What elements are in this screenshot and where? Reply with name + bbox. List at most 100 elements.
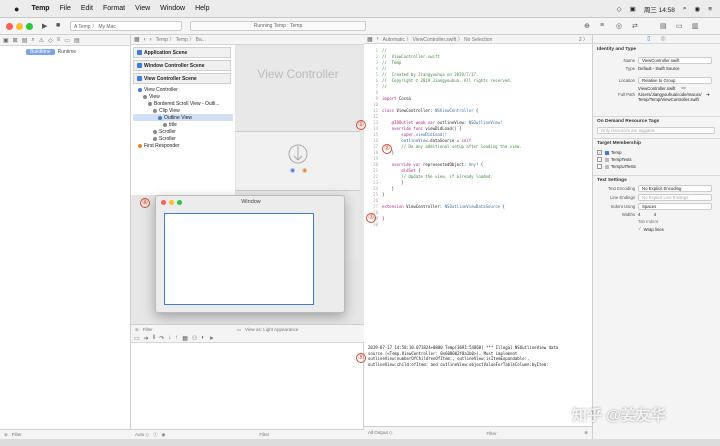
wrap-lines-checkbox[interactable]: ✓: [638, 226, 642, 232]
toggle-inspector-icon[interactable]: ▥: [692, 22, 699, 30]
preview-zoom-icon[interactable]: [177, 199, 182, 205]
run-button[interactable]: ▶: [42, 22, 47, 30]
outline-item[interactable]: View: [133, 93, 233, 100]
target-checkbox[interactable]: ✓: [597, 150, 602, 155]
clear-console-icon[interactable]: ⊗: [584, 430, 588, 436]
library-icon[interactable]: ⊕: [584, 22, 590, 30]
breakpoints-toggle-icon[interactable]: ➔: [144, 335, 149, 342]
forward-icon[interactable]: ›: [150, 37, 152, 43]
type-popup[interactable]: Default - Swift Source: [638, 66, 680, 71]
info-icon[interactable]: ⓘ: [153, 432, 158, 438]
target-checkbox[interactable]: [597, 157, 602, 162]
editor-version-icon[interactable]: ⇄: [632, 22, 638, 30]
view-hierarchy-icon[interactable]: ▦: [182, 335, 188, 342]
navigator-filter-input[interactable]: Filter: [12, 432, 22, 437]
memory-graph-icon[interactable]: ⚇: [192, 335, 197, 342]
indent-using-popup[interactable]: Spaces: [638, 203, 712, 210]
quick-help-icon[interactable]: ◎: [661, 35, 666, 43]
eye-icon[interactable]: ◉: [161, 432, 165, 438]
file-inspector-icon[interactable]: ▯: [647, 35, 650, 43]
assistant-related-icon[interactable]: ▦: [367, 36, 373, 43]
auto-selector[interactable]: Auto ◇: [135, 432, 149, 438]
code-editor[interactable]: 1//2// ViewController.swift 3// Temp 4//5/…: [364, 44, 592, 342]
tab-runtime[interactable]: Runtime: [58, 49, 77, 55]
source-control-icon[interactable]: ⊠: [13, 37, 18, 44]
minimize-window-button[interactable]: [16, 23, 23, 30]
zoom-window-button[interactable]: [26, 23, 33, 30]
notification-center-icon[interactable]: ≡: [708, 6, 712, 13]
debug-console[interactable]: 2019-07-17 14:58:10.071824+0800 Temp[369…: [364, 342, 592, 426]
variables-view[interactable]: [131, 343, 364, 429]
wifi-icon[interactable]: ◇: [617, 5, 622, 13]
apple-menu-icon[interactable]: ●: [14, 4, 19, 14]
spotlight-icon[interactable]: ⌕: [683, 5, 687, 13]
variables-filter-input[interactable]: Filter: [259, 432, 269, 437]
line-endings-popup[interactable]: No Explicit Line Endings: [638, 194, 712, 201]
preview-close-icon[interactable]: [161, 199, 166, 205]
back-icon[interactable]: ‹: [144, 37, 146, 43]
folder-icon[interactable]: ▣: [3, 37, 9, 44]
toggle-outline-icon[interactable]: ▭: [237, 327, 241, 333]
reveal-in-finder-icon[interactable]: ➔: [706, 92, 710, 98]
menu-item-temp[interactable]: Temp: [31, 5, 49, 12]
stop-button[interactable]: ■: [56, 22, 60, 29]
breakpoint-icon[interactable]: ▭: [64, 37, 70, 44]
odr-tags-field[interactable]: Only resources are taggable: [597, 127, 715, 134]
step-in-icon[interactable]: ↓: [168, 335, 171, 341]
window-preview[interactable]: Window: [155, 195, 345, 313]
editor-assistant-icon[interactable]: ◎: [616, 22, 622, 30]
outline-view-preview[interactable]: [236, 131, 360, 191]
report-icon[interactable]: ▤: [74, 37, 80, 44]
menu-item-file[interactable]: File: [60, 5, 71, 12]
outline-item[interactable]: View Controller: [133, 86, 233, 93]
search-icon[interactable]: ⌕: [31, 37, 34, 44]
scheme-selector[interactable]: A Temp 〉 My Mac: [70, 21, 182, 31]
menu-item-window[interactable]: Window: [160, 5, 185, 12]
issue-icon[interactable]: ⚠: [39, 37, 44, 44]
hide-debug-icon[interactable]: ▭: [134, 335, 140, 342]
outline-item[interactable]: Scroller: [133, 135, 233, 142]
view-as-button[interactable]: View as: Light Appearance: [245, 327, 298, 332]
location-popup[interactable]: Relative to Group: [638, 77, 712, 84]
input-source-icon[interactable]: ▣: [630, 5, 636, 13]
close-window-button[interactable]: [6, 23, 13, 30]
outline-filter-input[interactable]: Filter: [143, 327, 233, 332]
scene-application[interactable]: Application Scene: [133, 47, 231, 58]
code-page-indicator[interactable]: 2 〉: [579, 36, 588, 43]
choose-folder-icon[interactable]: ▭: [681, 85, 685, 91]
step-out-icon[interactable]: ↑: [175, 335, 178, 341]
outline-item[interactable]: First Responder: [133, 142, 233, 149]
outline-item[interactable]: Clip View: [133, 107, 233, 114]
code-path[interactable]: Automatic 〉 ViewController.swift 〉 No Se…: [383, 36, 493, 43]
name-field[interactable]: ViewController.swift: [638, 57, 712, 64]
clock[interactable]: 周三 14:58: [644, 4, 675, 14]
target-checkbox[interactable]: [597, 164, 602, 169]
preview-minimize-icon[interactable]: [169, 199, 174, 205]
first-responder-icon[interactable]: ◉: [302, 167, 307, 174]
code-line[interactable]: 30: [364, 222, 592, 228]
location-icon[interactable]: ➤: [209, 335, 214, 342]
symbol-icon[interactable]: ▤: [22, 37, 28, 44]
pause-icon[interactable]: ‖: [153, 335, 155, 341]
debug-nav-icon[interactable]: ≡: [57, 37, 61, 43]
environment-icon[interactable]: ◐: [201, 335, 205, 341]
widths-steppers[interactable]: 4 4: [638, 212, 656, 217]
assistant-back-icon[interactable]: ‹: [377, 36, 379, 42]
vc-object-icon[interactable]: ◉: [290, 167, 295, 174]
outline-item[interactable]: Scroller: [133, 128, 233, 135]
toggle-navigator-icon[interactable]: ▤: [660, 22, 667, 30]
toggle-debug-icon[interactable]: ▭: [676, 22, 683, 30]
siri-icon[interactable]: ◉: [695, 5, 701, 13]
scene-window-controller[interactable]: Window Controller Scene: [133, 60, 231, 71]
window-titlebar[interactable]: Window: [156, 196, 344, 208]
console-filter-input[interactable]: Filter: [486, 431, 496, 436]
window-content-view[interactable]: [164, 213, 314, 305]
test-icon[interactable]: ◇: [48, 37, 53, 44]
menu-item-edit[interactable]: Edit: [81, 5, 93, 12]
outline-item[interactable]: Bordered Scroll View - Outli...: [133, 100, 233, 107]
step-over-icon[interactable]: ↷: [159, 335, 164, 342]
text-encoding-popup[interactable]: No Explicit Encoding: [638, 185, 712, 192]
related-items-icon[interactable]: ▦: [134, 36, 140, 43]
menu-item-format[interactable]: Format: [103, 5, 125, 12]
editor-standard-icon[interactable]: ≡: [600, 22, 604, 29]
